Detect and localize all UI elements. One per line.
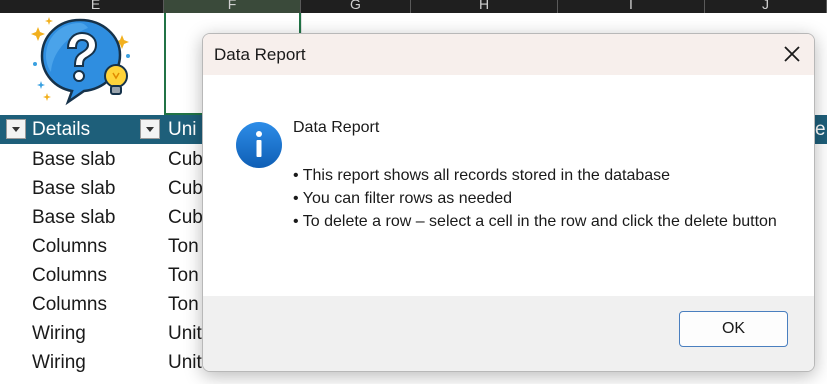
- message-line: • This report shows all records stored i…: [293, 167, 671, 184]
- dialog-footer: OK: [203, 296, 814, 371]
- header-partial[interactable]: e: [815, 115, 826, 144]
- cell-unit[interactable]: Ton: [168, 261, 199, 290]
- column-header-h[interactable]: H: [411, 0, 558, 13]
- dialog-title: Data Report: [214, 45, 306, 64]
- cell-details[interactable]: Columns: [32, 261, 107, 290]
- cell-details[interactable]: Wiring: [32, 319, 86, 348]
- close-icon[interactable]: [780, 42, 804, 66]
- column-header-i[interactable]: I: [558, 0, 705, 13]
- cell-details[interactable]: Base slab: [32, 174, 115, 203]
- message-line: • You can filter rows as needed: [293, 190, 513, 207]
- question-lightbulb-icon: [31, 17, 130, 106]
- header-unit[interactable]: Uni: [168, 115, 197, 144]
- cell-details[interactable]: Base slab: [32, 203, 115, 232]
- column-header-e[interactable]: E: [28, 0, 164, 13]
- column-header-bar: E F G H I J: [0, 0, 827, 13]
- cell-unit[interactable]: Cub: [168, 203, 203, 232]
- cell-unit[interactable]: Ton: [168, 232, 199, 261]
- column-header-j[interactable]: J: [705, 0, 827, 13]
- column-header-g[interactable]: G: [301, 0, 411, 13]
- cell-unit[interactable]: Cub: [168, 145, 203, 174]
- cell-details[interactable]: Columns: [32, 290, 107, 319]
- cell-unit[interactable]: Ton: [168, 290, 199, 319]
- ok-button[interactable]: OK: [679, 311, 788, 347]
- cell-unit[interactable]: Unit: [168, 348, 202, 377]
- dialog-title-bar[interactable]: Data Report: [203, 34, 814, 75]
- info-icon: [236, 122, 282, 168]
- header-details[interactable]: Details: [32, 115, 90, 144]
- cell-unit[interactable]: Unit: [168, 319, 202, 348]
- cell-details[interactable]: Wiring: [32, 348, 86, 377]
- message-lines: • This report shows all records stored i…: [293, 164, 793, 233]
- column-header-f[interactable]: F: [164, 0, 301, 13]
- cell-unit[interactable]: Cub: [168, 174, 203, 203]
- filter-dropdown-icon[interactable]: [6, 119, 26, 139]
- message-line: • To delete a row – select a cell in the…: [293, 213, 777, 230]
- message-title: Data Report: [293, 119, 380, 136]
- cell-details[interactable]: Base slab: [32, 145, 115, 174]
- cell-details[interactable]: Columns: [32, 232, 107, 261]
- dialog-body: Data Report • This report shows all reco…: [203, 75, 814, 296]
- data-report-dialog: Data Report Data Report • This report sh…: [202, 33, 815, 372]
- filter-dropdown-icon[interactable]: [140, 119, 160, 139]
